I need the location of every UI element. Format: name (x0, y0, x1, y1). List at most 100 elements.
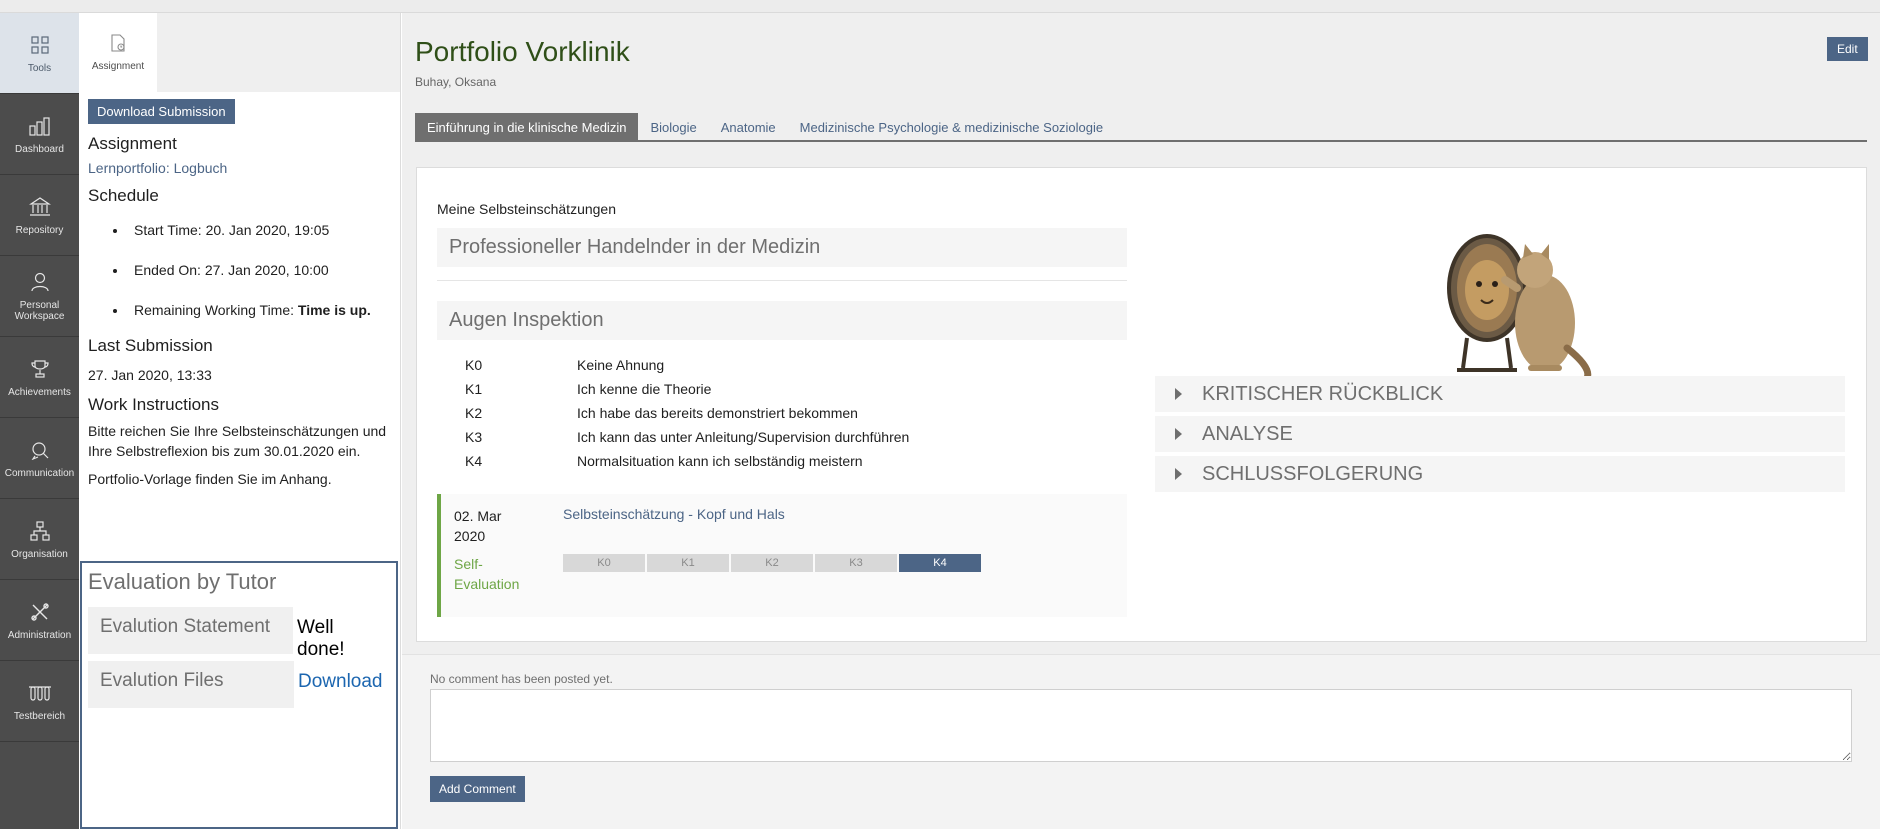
accordion-title: KRITISCHER RÜCKBLICK (1202, 382, 1444, 405)
dashboard-icon (28, 114, 52, 138)
schedule-list: Start Time: 20. Jan 2020, 19:05 Ended On… (128, 220, 391, 320)
entry-date: 02. Mar 2020 (454, 508, 502, 544)
tab-anatomie[interactable]: Anatomie (709, 113, 788, 140)
wrench-icon (28, 600, 52, 624)
tab-biologie[interactable]: Biologie (638, 113, 708, 140)
level-code: K0 (465, 357, 483, 373)
level-code: K4 (465, 453, 483, 469)
comment-textarea[interactable] (430, 689, 1852, 762)
self-evaluation-entry: 02. Mar 2020 Selbsteinschätzung - Kopf u… (437, 494, 1127, 617)
schedule-ended-on: Ended On: 27. Jan 2020, 10:00 (128, 260, 391, 280)
mainbar-item-administration[interactable]: Administration (0, 580, 79, 661)
accordion-title: SCHLUSSFOLGERUNG (1202, 462, 1424, 485)
schedule-start-time: Start Time: 20. Jan 2020, 19:05 (128, 220, 391, 240)
mainbar-label: Communication (4, 467, 75, 479)
block-professioneller-handelnder: Professioneller Handelnder in der Medizi… (437, 228, 1127, 267)
test-tubes-icon (28, 681, 52, 705)
mainbar-item-achievements[interactable]: Achievements (0, 337, 79, 418)
level-code: K2 (465, 405, 483, 421)
level-text: Ich kenne die Theorie (577, 381, 712, 397)
add-comment-button[interactable]: Add Comment (430, 776, 525, 802)
mainbar-label: Personal Workspace (14, 300, 65, 322)
portfolio-page-panel: Meine Selbsteinschätzungen Professionell… (416, 167, 1867, 642)
work-instructions-text: Bitte reichen Sie Ihre Selbsteinschätzun… (88, 423, 387, 459)
remaining-label: Remaining Working Time: (134, 302, 298, 318)
accordion-analyse[interactable]: ANALYSE (1155, 416, 1845, 452)
mainbar-item-organisation[interactable]: Organisation (0, 499, 79, 580)
mainbar-label: Testbereich (13, 710, 66, 722)
mainbar-item-tools[interactable]: Tools (0, 13, 79, 94)
main-content: Portfolio Vorklinik Buhay, Oksana Edit E… (402, 13, 1880, 829)
level-row: K0 Keine Ahnung (465, 357, 664, 373)
evaluation-statement-value: Well done! (297, 617, 345, 660)
mainbar-label: Dashboard (15, 143, 64, 155)
evaluation-files-row: Evalution Files Download (88, 661, 390, 708)
level-row: K1 Ich kenne die Theorie (465, 381, 711, 397)
caret-right-icon (1175, 468, 1182, 480)
level-row: K3 Ich kann das unter Anleitung/Supervisi… (465, 429, 909, 445)
mainbar-label: Tools (27, 62, 52, 74)
tab-psychologie-soziologie[interactable]: Medizinische Psychologie & medizinische … (788, 113, 1116, 140)
block-augen-inspektion: Augen Inspektion (437, 301, 1127, 340)
slate-tab-assignment[interactable]: Assignment (79, 13, 157, 92)
mainbar: Tools Dashboard Repository Personal Work… (0, 13, 79, 829)
person-icon (28, 270, 52, 294)
tab-einfuehrung[interactable]: Einführung in die klinische Medizin (415, 113, 639, 140)
accordion-title: ANALYSE (1202, 422, 1293, 445)
level-text: Ich kann das unter Anleitung/Supervision… (577, 429, 910, 445)
schedule-heading: Schedule (88, 186, 159, 205)
org-chart-icon (28, 519, 52, 543)
tools-icon (28, 33, 52, 57)
scale-step-k0: K0 (563, 554, 645, 572)
work-instructions-note: Portfolio-Vorlage finden Sie im Anhang. (88, 471, 332, 487)
mainbar-item-testbereich[interactable]: Testbereich (0, 661, 79, 742)
mainbar-label: Repository (15, 224, 64, 236)
scale-step-k2: K2 (731, 554, 813, 572)
schedule-remaining: Remaining Working Time: Time is up. (128, 300, 391, 320)
edit-button[interactable]: Edit (1827, 37, 1868, 61)
trophy-icon (28, 357, 52, 381)
caret-right-icon (1175, 388, 1182, 400)
level-code: K1 (465, 381, 483, 397)
top-strip (0, 0, 1880, 13)
divider (437, 280, 1127, 281)
evaluation-statement-row: Evalution Statement Well done! (88, 607, 390, 660)
comments-section: No comment has been posted yet. Add Comm… (402, 654, 1880, 829)
mainbar-label: Organisation (11, 548, 68, 560)
accordion-kritischer-rueckblick[interactable]: KRITISCHER RÜCKBLICK (1155, 376, 1845, 412)
accordion-schlussfolgerung[interactable]: SCHLUSSFOLGERUNG (1155, 456, 1845, 492)
mainbar-item-dashboard[interactable]: Dashboard (0, 94, 79, 175)
level-row: K2 Ich habe das bereits demonstriert beko… (465, 405, 858, 421)
scale-step-k3: K3 (815, 554, 897, 572)
evaluation-files-label: Evalution Files (88, 661, 294, 708)
assignment-heading: Assignment (88, 134, 177, 153)
page-subtitle: Buhay, Oksana (415, 75, 497, 89)
slate-tabs: Assignment (79, 13, 400, 92)
last-submission-value: 27. Jan 2020, 13:33 (88, 367, 212, 383)
work-instructions-heading: Work Instructions (88, 395, 220, 414)
chat-icon (28, 438, 52, 462)
no-comment-text: No comment has been posted yet. (430, 672, 613, 686)
last-submission-heading: Last Submission (88, 336, 213, 355)
mainbar-item-communication[interactable]: Communication (0, 418, 79, 499)
scale-step-k4-selected: K4 (899, 554, 981, 572)
mainbar-item-personal-workspace[interactable]: Personal Workspace (0, 256, 79, 337)
scale-step-k1: K1 (647, 554, 729, 572)
assignment-link[interactable]: Lernportfolio: Logbuch (88, 160, 391, 176)
remaining-value: Time is up. (297, 302, 371, 318)
repository-icon (28, 195, 52, 219)
download-submission-button[interactable]: Download Submission (88, 99, 235, 124)
slate-panel: Assignment Download Submission Assignmen… (79, 13, 401, 829)
slate-tab-label: Assignment (91, 61, 145, 72)
page-title: Portfolio Vorklinik (415, 36, 630, 67)
level-text: Keine Ahnung (577, 357, 665, 373)
level-code: K3 (465, 429, 483, 445)
mainbar-item-repository[interactable]: Repository (0, 175, 79, 256)
cat-mirror-lion-image (1447, 234, 1592, 382)
level-row: K4 Normalsituation kann ich selbständig m… (465, 453, 863, 469)
level-text: Normalsituation kann ich selbständig mei… (577, 453, 863, 469)
entry-self-evaluation-label: Self-Evaluation (454, 556, 520, 592)
evaluation-files-download-link[interactable]: Download (298, 671, 383, 692)
entry-link[interactable]: Selbsteinschätzung - Kopf und Hals (563, 506, 785, 522)
assignment-icon (108, 33, 128, 53)
